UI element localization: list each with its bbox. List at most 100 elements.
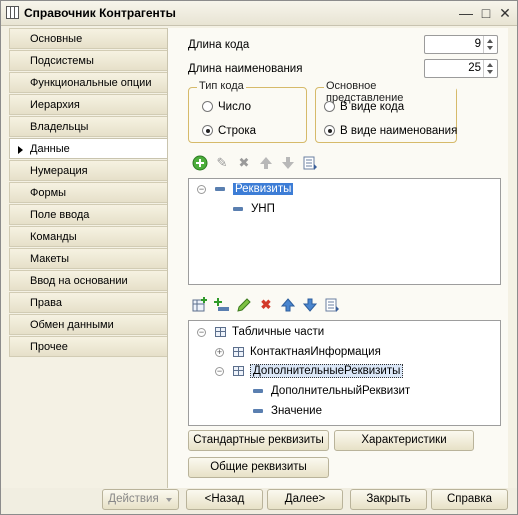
repr-code-radio[interactable]: В виде кода [324,101,404,114]
tree-node-tabular-parts[interactable]: Табличные части [215,324,324,340]
radio-checked-icon [324,125,335,136]
help-button[interactable]: Справка [431,489,508,510]
spin-down-icon[interactable] [487,70,493,74]
tree-node-value[interactable]: Значение [253,403,322,419]
sidebar-item-data[interactable]: Данные [9,138,167,159]
characteristics-button[interactable]: Характеристики [334,430,474,451]
sidebar: Основные Подсистемы Функциональные опции… [9,28,167,364]
repr-name-radio[interactable]: В виде наименования [324,125,457,138]
sidebar-item-input-based[interactable]: Ввод на основании [9,270,167,291]
add-table-icon[interactable] [192,297,208,313]
sidebar-item-hierarchy[interactable]: Иерархия [9,94,167,115]
window-title: Справочник Контрагенты [24,6,176,20]
sidebar-item-label: Данные [30,143,70,155]
tree-node-unp[interactable]: УНП [233,201,275,217]
actions-label: Действия [108,493,159,505]
sidebar-item-label: Функциональные опции [30,77,152,89]
sidebar-item-label: Макеты [30,253,70,265]
maximize-icon[interactable]: □ [477,4,495,22]
sidebar-item-templates[interactable]: Макеты [9,248,167,269]
close-button[interactable]: Закрыть [350,489,427,510]
title-bar: Справочник Контрагенты — □ ✕ [1,1,517,26]
tree-node-label: КонтактнаяИнформация [250,346,381,358]
main-representation-group: Основное представление В виде кода В вид… [315,80,457,143]
sidebar-item-label: Обмен данными [30,319,114,331]
radio-icon [324,101,335,112]
tree-node-contact-info[interactable]: КонтактнаяИнформация [233,344,381,360]
sidebar-item-label: Ввод на основании [30,275,128,287]
attributes-tree[interactable]: − Реквизиты УНП [188,178,501,285]
add-icon[interactable] [192,155,208,171]
add-row-icon[interactable] [214,297,230,313]
close-icon[interactable]: ✕ [496,4,514,22]
sidebar-item-basic[interactable]: Основные [9,28,167,49]
next-button[interactable]: Далее> [267,489,343,510]
tree-node-label: ДополнительныйРеквизит [271,385,411,397]
code-length-input[interactable]: 9 [424,35,498,54]
attribute-icon [233,206,243,211]
sidebar-item-commands[interactable]: Команды [9,226,167,247]
current-arrow-icon [18,146,23,154]
delete-icon[interactable]: ✖ [236,155,252,171]
sidebar-item-data-exchange[interactable]: Обмен данными [9,314,167,335]
attributes-toolbar: ✎ ✖ [192,155,332,173]
delete-icon[interactable]: ✖ [258,297,274,313]
attribute-icon [253,388,263,393]
tree-node-additional-attributes[interactable]: ДополнительныеРеквизиты [233,363,404,379]
tree-node-label: Реквизиты [233,183,294,195]
sidebar-item-forms[interactable]: Формы [9,182,167,203]
radio-checked-icon [202,125,213,136]
footer-bar: Действия <Назад Далее> Закрыть Справка [1,488,517,514]
name-length-stepper[interactable] [483,60,497,77]
sidebar-item-owners[interactable]: Владельцы [9,116,167,137]
move-up-icon[interactable] [258,155,274,171]
sidebar-item-other[interactable]: Прочее [9,336,167,357]
sidebar-item-label: Команды [30,231,77,243]
code-length-stepper[interactable] [483,36,497,53]
name-length-input[interactable]: 25 [424,59,498,78]
sidebar-item-rights[interactable]: Права [9,292,167,313]
table-icon [233,346,244,357]
tree-node-label: Значение [271,405,322,417]
code-type-number-radio[interactable]: Число [202,101,251,114]
sort-list-icon[interactable] [302,155,318,171]
move-down-icon[interactable] [302,297,318,313]
code-type-string-radio[interactable]: Строка [202,125,256,138]
sidebar-item-numbering[interactable]: Нумерация [9,160,167,181]
sidebar-item-label: Нумерация [30,165,88,177]
sidebar-item-functional-options[interactable]: Функциональные опции [9,72,167,93]
radio-label: Строка [218,125,257,137]
spin-up-icon[interactable] [487,39,493,43]
sidebar-item-label: Поле ввода [30,209,90,221]
move-up-icon[interactable] [280,297,296,313]
radio-label: Число [218,101,252,113]
standard-attributes-button[interactable]: Стандартные реквизиты [188,430,329,451]
tree-node-label: ДополнительныеРеквизиты [250,364,404,378]
radio-label: В виде кода [340,101,405,113]
collapse-icon[interactable]: − [215,367,224,376]
radio-label: В виде наименования [340,125,458,137]
move-down-icon[interactable] [280,155,296,171]
spin-up-icon[interactable] [487,63,493,67]
sidebar-item-label: Подсистемы [30,55,94,67]
collapse-icon[interactable]: − [197,185,206,194]
catalog-icon [6,6,19,19]
tree-node-additional-attribute[interactable]: ДополнительныйРеквизит [253,383,410,399]
collapse-icon[interactable]: − [197,328,206,337]
sidebar-item-input-field[interactable]: Поле ввода [9,204,167,225]
edit-icon[interactable] [236,297,252,313]
edit-icon[interactable]: ✎ [214,155,230,171]
common-attributes-button[interactable]: Общие реквизиты [188,457,329,478]
spin-down-icon[interactable] [487,46,493,50]
name-length-label: Длина наименования [188,63,303,75]
tabular-parts-tree[interactable]: − Табличные части + КонтактнаяИнформация… [188,320,501,426]
back-button[interactable]: <Назад [186,489,263,510]
actions-button[interactable]: Действия [102,489,179,510]
tree-node-label: УНП [251,203,275,215]
expand-icon[interactable]: + [215,348,224,357]
sidebar-item-label: Основные [30,33,83,45]
minimize-icon[interactable]: — [457,4,475,22]
sidebar-item-subsystems[interactable]: Подсистемы [9,50,167,71]
tree-node-attributes[interactable]: Реквизиты [215,181,294,197]
sort-list-icon[interactable] [324,297,340,313]
